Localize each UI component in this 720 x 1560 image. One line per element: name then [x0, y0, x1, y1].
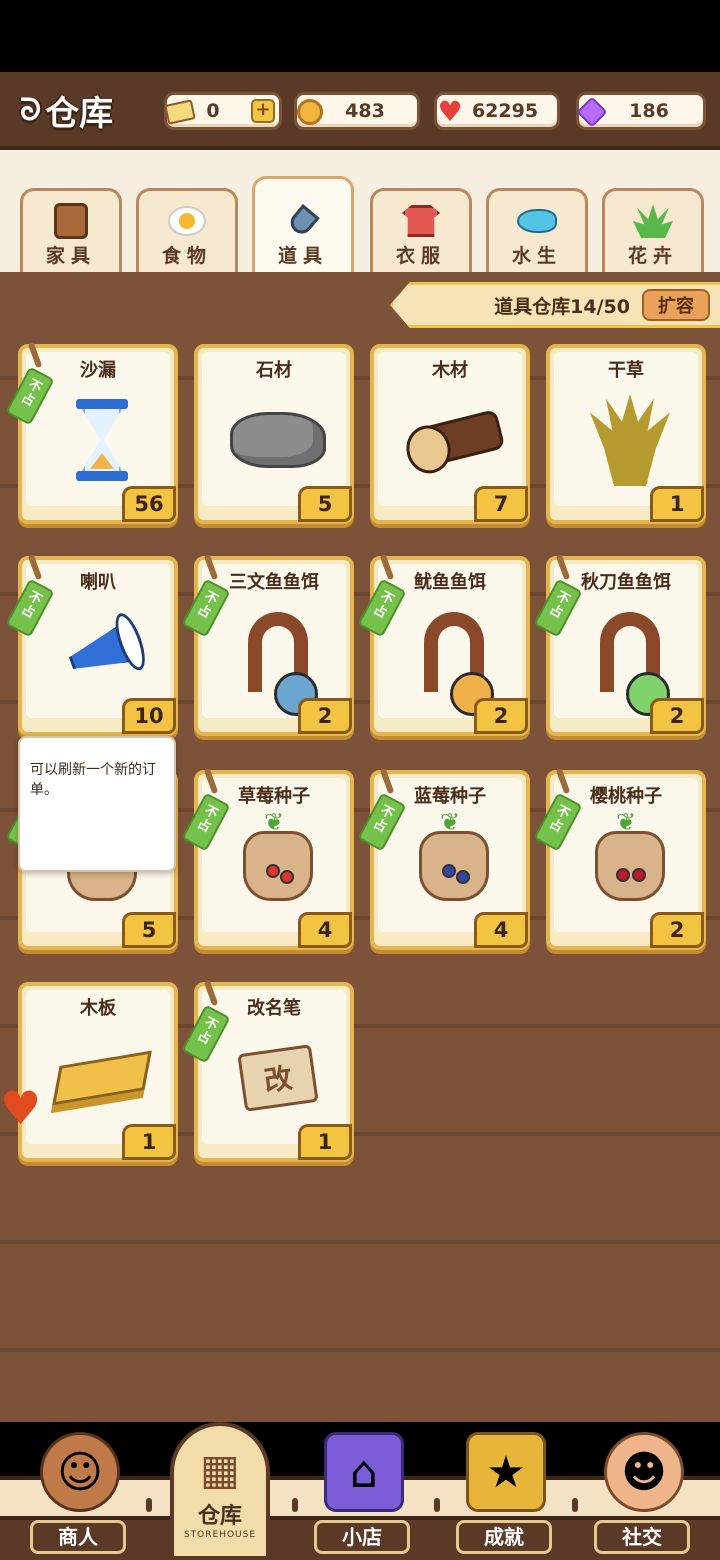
shop-icon: ⌂ [324, 1432, 404, 1512]
item-quantity: 7 [474, 486, 528, 522]
item-quantity: 1 [298, 1124, 352, 1160]
megaphone-icon [52, 604, 152, 700]
top-bar: ᘐ 仓库 0 + 483 ♥ 62295 186 [0, 72, 720, 150]
tab-furniture[interactable]: 家具 [20, 188, 122, 272]
furniture-icon [51, 203, 91, 239]
item-quantity: 10 [122, 698, 176, 734]
shovel-icon [283, 203, 323, 239]
cherry-seed-icon: ❦ [580, 808, 680, 914]
tab-food[interactable]: 食物 [136, 188, 238, 272]
swirl-ornament-icon: ᘐ [20, 92, 42, 128]
item-card[interactable]: 鱿鱼鱼饵 不占 2 [357, 553, 530, 736]
egg-icon [167, 203, 207, 239]
tab-flowers[interactable]: 花卉 [602, 188, 704, 272]
item-card[interactable]: 草莓种子 不占 ❦ 4 [181, 767, 354, 950]
add-ticket-button[interactable]: + [251, 99, 275, 123]
plank-icon [52, 1030, 152, 1126]
nav-social[interactable]: ☻ 社交 [586, 1422, 696, 1560]
item-quantity: 1 [122, 1124, 176, 1160]
rail-dot [434, 1498, 440, 1512]
coin-icon [293, 95, 327, 129]
plant-icon [633, 203, 673, 239]
expand-button[interactable]: 扩容 [642, 289, 710, 321]
item-card[interactable]: 三文鱼鱼饵 不占 2 [181, 553, 354, 736]
item-quantity: 2 [474, 698, 528, 734]
hay-icon [580, 392, 680, 488]
fish-icon [517, 203, 557, 239]
item-quantity: 4 [298, 912, 352, 948]
storehouse-icon: ▦ [200, 1445, 240, 1494]
item-card[interactable]: 秋刀鱼鱼饵 不占 2 [533, 553, 706, 736]
ticket-counter[interactable]: 0 + [164, 92, 282, 130]
item-quantity: 2 [650, 912, 704, 948]
salmon-bait-icon [228, 604, 328, 716]
category-tabs: 家具 食物 道具 衣服 水生 花卉 [0, 150, 720, 272]
item-card[interactable]: 木材 7 [370, 344, 530, 524]
rail-dot [146, 1498, 152, 1512]
gem-counter[interactable]: 186 [576, 92, 706, 130]
capacity-text: 道具仓库14/50 [494, 295, 630, 318]
social-icon: ☻ [604, 1432, 684, 1512]
tab-clothes[interactable]: 衣服 [370, 188, 472, 272]
hourglass-icon [52, 392, 152, 488]
nav-achievement[interactable]: ★ 成就 [448, 1422, 558, 1560]
item-card[interactable]: 沙漏 不占 56 [5, 341, 178, 524]
ticket-icon [163, 95, 197, 129]
rail-dot [292, 1498, 298, 1512]
coin-counter[interactable]: 483 [294, 92, 420, 130]
item-card[interactable]: 蓝莓种子 不占 ❦ 4 [357, 767, 530, 950]
item-card[interactable]: 改名笔 不占 改 1 [181, 979, 354, 1162]
log-icon [402, 392, 506, 488]
item-card[interactable]: 木板 1 [18, 982, 178, 1162]
item-tooltip: 可以刷新一个新的订单。 [18, 736, 176, 872]
heart-icon: ♥ [437, 95, 463, 128]
item-card[interactable]: 樱桃种子 不占 ❦ 2 [533, 767, 706, 950]
heart-counter[interactable]: ♥ 62295 [434, 92, 560, 130]
tab-tools[interactable]: 道具 [252, 176, 354, 272]
stone-icon [228, 392, 328, 488]
item-card[interactable]: 喇叭 不占 10 [5, 553, 178, 736]
tooltip-text: 可以刷新一个新的订单。 [30, 762, 156, 798]
item-quantity: 4 [474, 912, 528, 948]
page-title: ᘐ 仓库 [20, 92, 114, 134]
item-card[interactable]: 干草 1 [546, 344, 706, 524]
item-quantity: 56 [122, 486, 176, 522]
item-quantity: 2 [650, 698, 704, 734]
item-card[interactable]: 石材 5 [194, 344, 354, 524]
gem-icon [575, 95, 609, 129]
achievement-icon: ★ [466, 1432, 546, 1512]
item-quantity: 2 [298, 698, 352, 734]
item-quantity: 5 [122, 912, 176, 948]
strawberry-seed-icon: ❦ [228, 808, 328, 914]
rename-pen-icon: 改 [228, 1030, 328, 1126]
bottom-nav: ☺ 商人 ▦ 仓库 STOREHOUSE ⌂ 小店 ★ 成就 ☻ 社交 [0, 1422, 720, 1560]
floating-heart-icon[interactable]: ♥ [0, 1078, 41, 1138]
capacity-banner: 道具仓库14/50 扩容 [390, 282, 720, 328]
nav-shop[interactable]: ⌂ 小店 [306, 1422, 416, 1560]
rail-dot [572, 1498, 578, 1512]
tab-aquatic[interactable]: 水生 [486, 188, 588, 272]
saury-bait-icon [580, 604, 680, 716]
squid-bait-icon [404, 604, 504, 716]
blueberry-seed-icon: ❦ [404, 808, 504, 914]
item-quantity: 5 [298, 486, 352, 522]
shirt-icon [401, 203, 441, 239]
merchant-icon: ☺ [40, 1432, 120, 1512]
nav-merchant[interactable]: ☺ 商人 [22, 1422, 132, 1560]
status-bar [0, 0, 720, 72]
nav-storehouse[interactable]: ▦ 仓库 STOREHOUSE [170, 1422, 270, 1560]
item-quantity: 1 [650, 486, 704, 522]
